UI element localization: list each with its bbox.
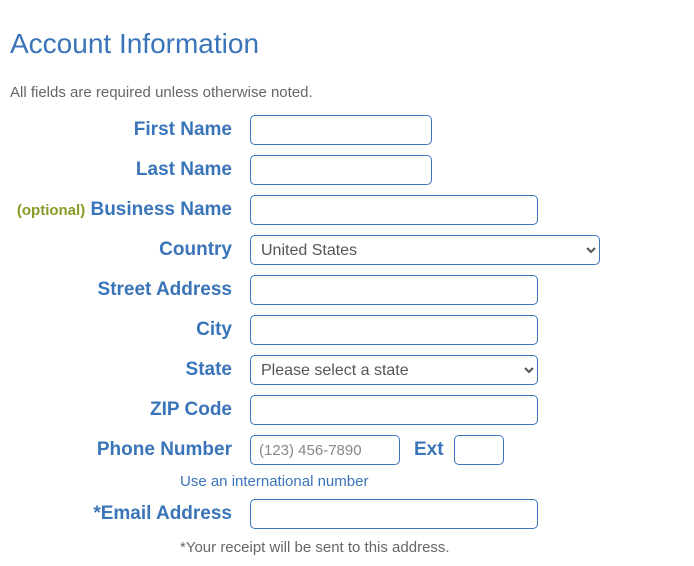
label-state: State	[10, 359, 250, 381]
optional-tag: (optional)	[17, 202, 85, 219]
input-first-name[interactable]	[250, 115, 432, 145]
label-street: Street Address	[10, 279, 250, 301]
input-city[interactable]	[250, 315, 538, 345]
required-note: All fields are required unless otherwise…	[10, 84, 684, 101]
row-state: State Please select a state	[10, 355, 684, 385]
row-last-name: Last Name	[10, 155, 684, 185]
label-country: Country	[10, 239, 250, 261]
label-business-name-text: Business Name	[90, 199, 232, 220]
row-zip: ZIP Code	[10, 395, 684, 425]
input-street[interactable]	[250, 275, 538, 305]
input-business-name[interactable]	[250, 195, 538, 225]
input-zip[interactable]	[250, 395, 538, 425]
label-business-name: (optional) Business Name	[10, 199, 250, 221]
label-first-name: First Name	[10, 119, 250, 141]
row-street: Street Address	[10, 275, 684, 305]
select-state[interactable]: Please select a state	[250, 355, 538, 385]
row-phone: Phone Number Ext	[10, 435, 684, 465]
row-business-name: (optional) Business Name	[10, 195, 684, 225]
input-ext[interactable]	[454, 435, 504, 465]
link-intl-number[interactable]: Use an international number	[180, 473, 368, 490]
label-zip: ZIP Code	[10, 399, 250, 421]
label-phone: Phone Number	[10, 439, 250, 461]
row-country: Country United States	[10, 235, 684, 265]
input-phone[interactable]	[250, 435, 400, 465]
label-last-name: Last Name	[10, 159, 250, 181]
row-intl-link: Use an international number	[10, 473, 684, 491]
email-footnote: *Your receipt will be sent to this addre…	[10, 539, 684, 556]
row-city: City	[10, 315, 684, 345]
section-heading: Account Information	[10, 28, 684, 60]
label-ext: Ext	[414, 439, 444, 461]
label-email: *Email Address	[10, 503, 250, 525]
row-first-name: First Name	[10, 115, 684, 145]
select-country[interactable]: United States	[250, 235, 600, 265]
label-city: City	[10, 319, 250, 341]
input-last-name[interactable]	[250, 155, 432, 185]
